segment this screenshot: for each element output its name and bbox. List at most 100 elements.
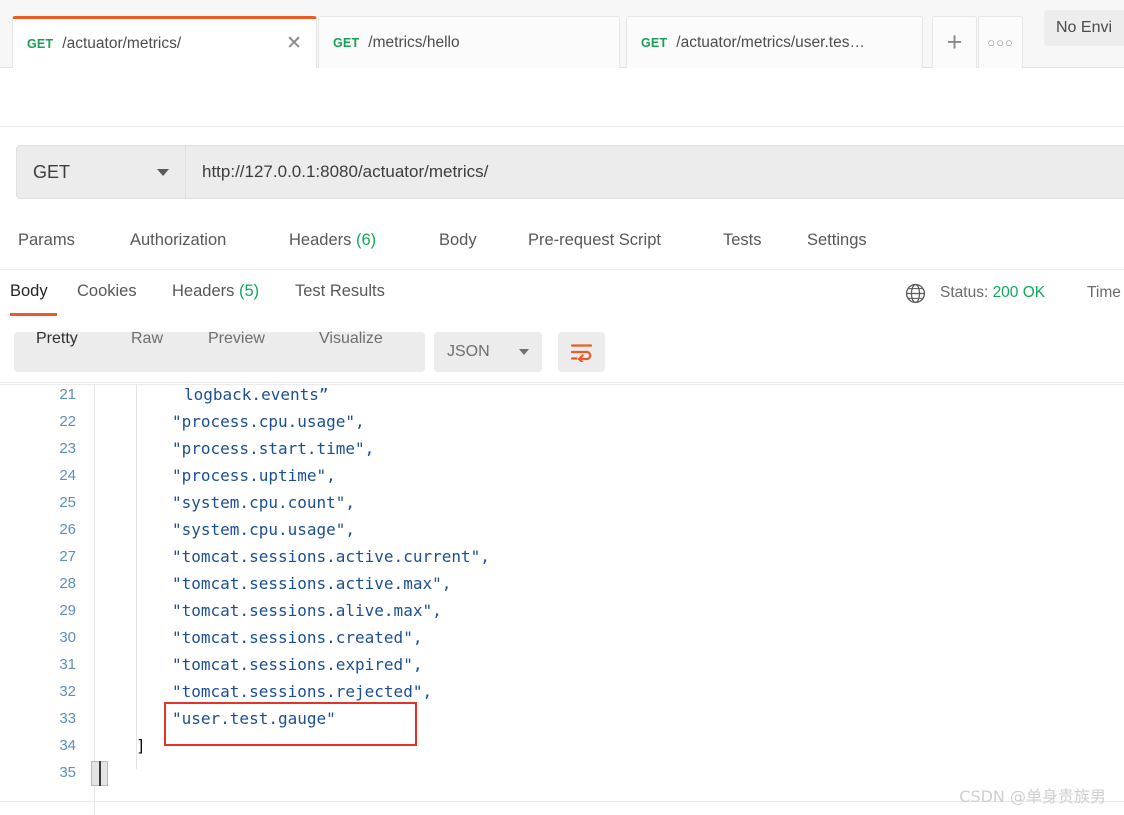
line-content: logback.events” (184, 385, 329, 404)
ellipsis-icon: ○○○ (987, 35, 1014, 50)
chevron-down-icon (519, 349, 529, 355)
code-line: 35 } (0, 759, 1124, 786)
tab-label: Headers (289, 231, 352, 249)
code-line: 31 "tomcat.sessions.expired", (0, 651, 1124, 678)
tab-label: Params (18, 231, 75, 249)
tab-method-badge: GET (333, 35, 360, 50)
line-content: "process.start.time", (172, 439, 375, 458)
http-method-select[interactable]: GET (16, 145, 186, 199)
line-number: 21 (59, 386, 76, 403)
tab-title: /metrics/hello (368, 33, 460, 51)
content-type-label: JSON (447, 343, 490, 360)
url-bar-row: GET http://127.0.0.1:8080/actuator/metri… (0, 127, 1124, 218)
tab-method-badge: GET (27, 36, 54, 51)
wrap-lines-icon (570, 344, 592, 362)
request-section-tabs: Params Authorization Headers (6) Body Pr… (0, 218, 1124, 270)
environment-label: No Envi (1056, 19, 1113, 36)
url-value: http://127.0.0.1:8080/actuator/metrics/ (202, 162, 489, 181)
code-line: 24 "process.uptime", (0, 462, 1124, 489)
line-content: "tomcat.sessions.active.current", (172, 547, 490, 566)
tab-settings[interactable]: Settings (807, 231, 867, 250)
line-number: 24 (59, 467, 76, 484)
line-number: 28 (59, 575, 76, 592)
tab-label: Cookies (77, 282, 137, 300)
code-line: 25 "system.cpu.count", (0, 489, 1124, 516)
tab-tests[interactable]: Tests (723, 231, 762, 250)
tab-label: Body (439, 231, 477, 249)
line-number: 27 (59, 548, 76, 565)
close-icon[interactable]: ✕ (270, 34, 302, 53)
line-number: 22 (59, 413, 76, 430)
line-number: 33 (59, 710, 76, 727)
format-preview[interactable]: Preview (208, 330, 265, 348)
tab-response-cookies[interactable]: Cookies (77, 282, 137, 301)
wrap-lines-button[interactable] (558, 332, 605, 372)
line-number: 25 (59, 494, 76, 511)
code-line: 23 "process.start.time", (0, 435, 1124, 462)
code-line: 32 "tomcat.sessions.rejected", (0, 678, 1124, 705)
tab-label: Body (10, 282, 48, 300)
response-body-code[interactable]: 21 logback.events” 22 "process.cpu.usage… (0, 384, 1124, 815)
line-content: "process.uptime", (172, 466, 336, 485)
tab-response-body[interactable]: Body (10, 282, 48, 301)
code-line: 22 "process.cpu.usage", (0, 408, 1124, 435)
format-pretty[interactable]: Pretty (36, 330, 78, 348)
code-line: 29 "tomcat.sessions.alive.max", (0, 597, 1124, 624)
line-number: 29 (59, 602, 76, 619)
response-time-label: Time (1087, 284, 1121, 301)
line-content: "tomcat.sessions.rejected", (172, 682, 433, 701)
code-line: 34 ] (0, 732, 1124, 759)
watermark: CSDN @单身贵族男 (959, 787, 1106, 806)
line-number: 31 (59, 656, 76, 673)
format-raw[interactable]: Raw (131, 330, 163, 348)
tab-label: Settings (807, 231, 867, 249)
url-input[interactable]: http://127.0.0.1:8080/actuator/metrics/ (186, 145, 1124, 199)
tab-label: Tests (723, 231, 762, 249)
tab-method-badge: GET (641, 35, 668, 50)
line-content: "system.cpu.count", (172, 493, 356, 512)
line-content: "tomcat.sessions.created", (172, 628, 423, 647)
request-tab-metrics-hello[interactable]: GET /metrics/hello (318, 16, 620, 68)
tab-count: (5) (238, 282, 260, 300)
tab-pre-request-script[interactable]: Pre-request Script (528, 231, 661, 250)
code-line: 30 "tomcat.sessions.created", (0, 624, 1124, 651)
code-line-highlighted: 33 "user.test.gauge" (0, 705, 1124, 732)
new-tab-button[interactable]: + (932, 16, 977, 68)
breadcrumb-row: /actuator/metrics/ Ex (0, 68, 1124, 171)
response-body-toolbar: Pretty Raw Preview Visualize JSON (0, 319, 1124, 383)
line-content: "tomcat.sessions.active.max", (172, 574, 452, 593)
content-type-select[interactable]: JSON (434, 332, 542, 372)
line-content: "process.cpu.usage", (172, 412, 365, 431)
line-content: "user.test.gauge" (172, 709, 336, 728)
line-number: 30 (59, 629, 76, 646)
request-tab-user-test[interactable]: GET /actuator/metrics/user.tes… (626, 16, 923, 68)
active-tab-indicator (10, 313, 57, 316)
tab-label: Authorization (130, 231, 227, 249)
code-line: 27 "tomcat.sessions.active.current", (0, 543, 1124, 570)
line-content: "tomcat.sessions.alive.max", (172, 601, 442, 620)
http-method-label: GET (33, 161, 71, 182)
status-badge: Status: 200 OK (940, 284, 1045, 302)
tab-options-button[interactable]: ○○○ (978, 16, 1023, 68)
code-line: 28 "tomcat.sessions.active.max", (0, 570, 1124, 597)
tab-label: Headers (172, 282, 235, 300)
line-content: "tomcat.sessions.expired", (172, 655, 423, 674)
tab-response-headers[interactable]: Headers (5) (172, 282, 259, 301)
tab-body[interactable]: Body (439, 231, 477, 250)
tab-params[interactable]: Params (18, 231, 75, 250)
chevron-down-icon (157, 168, 169, 176)
code-line: 21 logback.events” (0, 384, 1124, 408)
line-number: 35 (59, 764, 76, 781)
line-number: 34 (59, 737, 76, 754)
environment-selector[interactable]: No Envi (1044, 10, 1124, 46)
format-visualize[interactable]: Visualize (319, 330, 383, 348)
tab-headers[interactable]: Headers (6) (289, 231, 376, 250)
tab-authorization[interactable]: Authorization (130, 231, 226, 250)
request-tab-actuator-metrics[interactable]: GET /actuator/metrics/ ✕ (12, 16, 317, 68)
globe-icon[interactable] (905, 283, 926, 304)
request-tab-bar: GET /actuator/metrics/ ✕ GET /metrics/he… (0, 0, 1124, 68)
tab-label: Pre-request Script (528, 231, 661, 249)
tab-test-results[interactable]: Test Results (295, 282, 385, 301)
line-number: 23 (59, 440, 76, 457)
tab-title: /actuator/metrics/ (62, 34, 182, 52)
